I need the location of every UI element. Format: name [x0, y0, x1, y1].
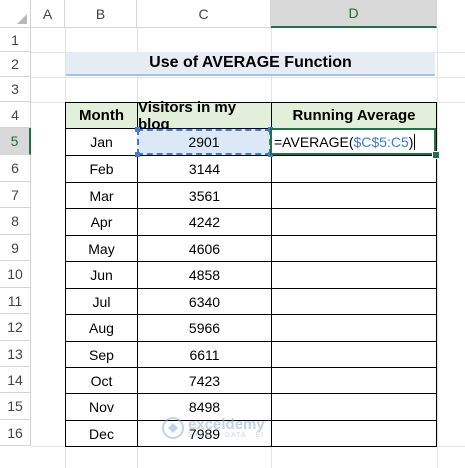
- sheet-title[interactable]: Use of AVERAGE Function: [66, 52, 435, 76]
- exceldemy-logo-icon: [162, 417, 184, 439]
- cell-month[interactable]: Mar: [65, 182, 138, 209]
- cell-month[interactable]: Dec: [65, 420, 138, 447]
- column-header-d[interactable]: D: [271, 0, 437, 28]
- cell-running-average[interactable]: [271, 155, 437, 183]
- column-header-a[interactable]: A: [31, 0, 65, 28]
- formula-reference: $C$5:C5: [353, 133, 409, 150]
- cell-visitors[interactable]: 4606: [137, 235, 272, 262]
- row-header-8[interactable]: 8: [0, 208, 31, 235]
- referenced-range-c5[interactable]: 2901: [137, 129, 271, 155]
- cell-running-average[interactable]: [271, 393, 437, 421]
- cell-visitors[interactable]: 3144: [137, 155, 272, 183]
- watermark-text: exceldemy EXCEL · DATA · BI: [188, 417, 265, 439]
- active-cell-d5[interactable]: =AVERAGE($C$5:C5): [270, 128, 436, 155]
- cell-month[interactable]: Nov: [65, 393, 138, 421]
- range-handle[interactable]: [135, 152, 140, 157]
- cell-month[interactable]: Sep: [65, 341, 138, 368]
- cell-running-average[interactable]: [271, 182, 437, 209]
- text-cursor: [414, 133, 416, 150]
- cell-month[interactable]: Jun: [65, 261, 138, 289]
- cell-visitors[interactable]: 4858: [137, 261, 272, 289]
- cell-visitors[interactable]: 7423: [137, 367, 272, 394]
- watermark: exceldemy EXCEL · DATA · BI: [162, 417, 265, 439]
- cell-running-average[interactable]: [271, 261, 437, 289]
- row-header-13[interactable]: 13: [0, 341, 31, 367]
- range-handle[interactable]: [135, 127, 140, 132]
- fill-handle[interactable]: [432, 151, 440, 159]
- cell-visitors[interactable]: 5966: [137, 314, 272, 342]
- cell-running-average[interactable]: [271, 341, 437, 368]
- cell-running-average[interactable]: [271, 288, 437, 315]
- gridline: [437, 28, 438, 468]
- row-header-14[interactable]: 14: [0, 367, 31, 393]
- cell-visitors[interactable]: 6611: [137, 341, 272, 368]
- select-all-button[interactable]: [0, 0, 31, 28]
- header-month[interactable]: Month: [65, 102, 138, 129]
- row-header-2[interactable]: 2: [0, 52, 31, 77]
- row-header-9[interactable]: 9: [0, 235, 31, 261]
- cell-month[interactable]: Feb: [65, 155, 138, 183]
- row-header-11[interactable]: 11: [0, 288, 31, 314]
- row-header-4[interactable]: 4: [0, 102, 31, 128]
- row-header-7[interactable]: 7: [0, 182, 31, 208]
- cell-running-average[interactable]: [271, 208, 437, 236]
- row-header-5[interactable]: 5: [0, 128, 31, 155]
- watermark-name: exceldemy: [188, 416, 265, 433]
- cell-month[interactable]: Jan: [65, 128, 138, 156]
- cell-visitors[interactable]: 3561: [137, 182, 272, 209]
- watermark-tagline: EXCEL · DATA · BI: [188, 432, 264, 439]
- cell-month[interactable]: May: [65, 235, 138, 262]
- cell-running-average[interactable]: [271, 367, 437, 394]
- row-header-10[interactable]: 10: [0, 261, 31, 288]
- cell-month[interactable]: Apr: [65, 208, 138, 236]
- cell-month[interactable]: Aug: [65, 314, 138, 342]
- row-header-16[interactable]: 16: [0, 420, 31, 446]
- cell-month[interactable]: Oct: [65, 367, 138, 394]
- column-header-b[interactable]: B: [65, 0, 137, 28]
- select-all-triangle-icon: [17, 14, 27, 24]
- row-header-6[interactable]: 6: [0, 155, 31, 182]
- cell-month[interactable]: Jul: [65, 288, 138, 315]
- column-header-c[interactable]: C: [137, 0, 271, 28]
- cell-running-average[interactable]: [271, 314, 437, 342]
- row-header-3[interactable]: 3: [0, 77, 31, 102]
- formula-suffix: ): [408, 133, 414, 150]
- header-visitors[interactable]: Visitors in my blog: [137, 99, 272, 133]
- row-header-12[interactable]: 12: [0, 314, 31, 341]
- cell-running-average[interactable]: [271, 235, 437, 262]
- header-running-average[interactable]: Running Average: [271, 102, 437, 129]
- cell-visitors[interactable]: 6340: [137, 288, 272, 315]
- cell-visitors[interactable]: 4242: [137, 208, 272, 236]
- cell-running-average[interactable]: [271, 420, 437, 447]
- formula-prefix: =AVERAGE(: [274, 133, 354, 150]
- row-header-15[interactable]: 15: [0, 393, 31, 420]
- cell-visitors-value: 2901: [188, 134, 220, 150]
- gridline: [31, 77, 465, 78]
- row-header-1[interactable]: 1: [0, 28, 31, 52]
